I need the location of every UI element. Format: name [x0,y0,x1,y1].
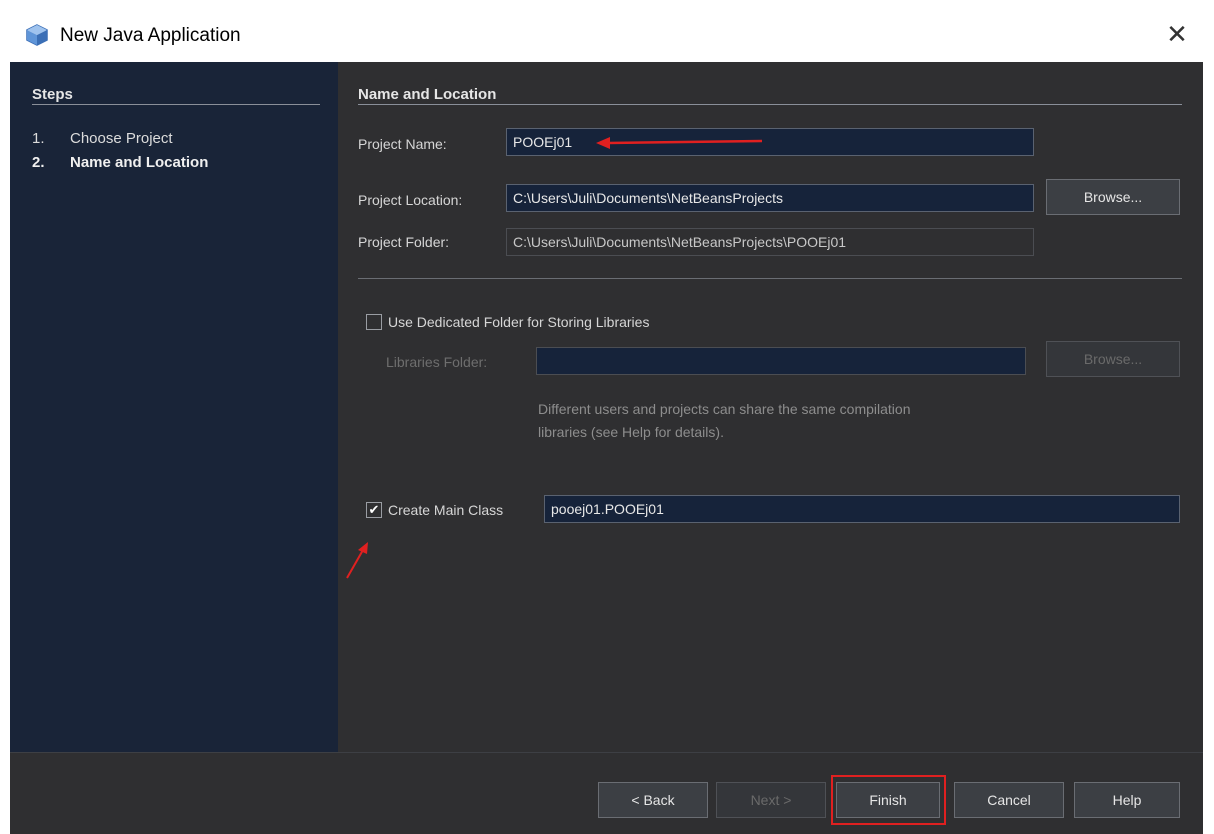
main-class-input[interactable] [544,495,1180,523]
libraries-hint-line: libraries (see Help for details). [538,424,724,440]
step-name-and-location: 2. Name and Location [32,154,208,171]
steps-heading: Steps [32,86,73,103]
footer-bar: < Back Next > Finish Cancel Help [10,753,1203,834]
cancel-button[interactable]: Cancel [954,782,1064,818]
step-label: Choose Project [70,130,173,147]
create-main-class-label: Create Main Class [388,502,504,518]
finish-button[interactable]: Finish [836,782,940,818]
section-divider [358,104,1182,105]
dedicated-libraries-label: Use Dedicated Folder for Storing Librari… [388,314,650,330]
dedicated-libraries-checkbox[interactable] [366,314,382,330]
project-location-label: Project Location: [358,192,463,208]
step-number: 2. [32,154,45,171]
annotation-arrow-left-icon [596,137,763,149]
project-name-label: Project Name: [358,136,447,152]
steps-pane: Steps 1. Choose Project 2. Name and Locati… [10,62,338,752]
help-button[interactable]: Help [1074,782,1180,818]
next-button: Next > [716,782,826,818]
step-number: 1. [32,130,45,147]
window-title: New Java Application [60,25,241,46]
project-location-browse-button[interactable]: Browse... [1046,179,1180,215]
project-folder-label: Project Folder: [358,234,450,250]
libraries-browse-button: Browse... [1046,341,1180,377]
step-label: Name and Location [70,154,209,171]
separator [358,278,1182,279]
java-project-cube-icon [26,24,48,46]
section-heading: Name and Location [358,86,497,103]
annotation-arrow-up-icon [346,542,368,579]
libraries-hint-line: Different users and projects can share t… [538,401,911,417]
libraries-hint: Different users and projects can share t… [538,398,1058,444]
libraries-folder-input [536,347,1026,375]
steps-divider [32,104,320,105]
step-choose-project: 1. Choose Project [32,130,173,147]
close-icon[interactable]: ✕ [1162,20,1192,50]
project-name-input[interactable] [506,128,1034,156]
create-main-class-checkbox[interactable]: ✔ [366,502,382,518]
back-button[interactable]: < Back [598,782,708,818]
main-panel: Name and Location Project Name: Project … [338,62,1203,752]
project-location-input[interactable] [506,184,1034,212]
title-bar: New Java Application ✕ [8,0,1206,62]
libraries-folder-label: Libraries Folder: [386,354,488,370]
project-folder-field [506,228,1034,256]
